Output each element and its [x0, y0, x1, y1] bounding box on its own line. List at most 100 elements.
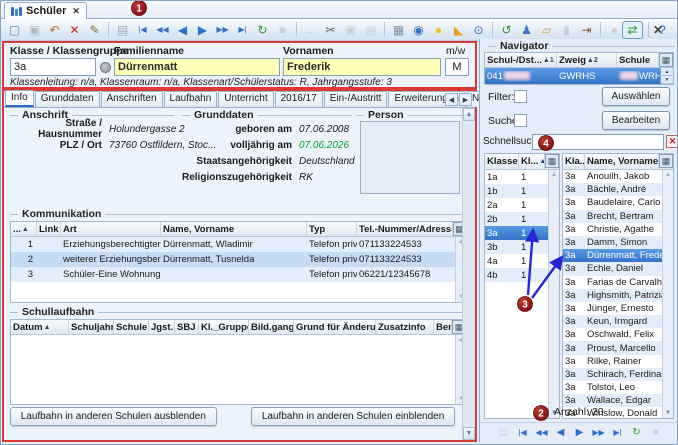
dock-window-icon[interactable]: ⇄: [622, 21, 643, 39]
column-header-art[interactable]: Art: [61, 222, 161, 236]
schueler-row[interactable]: 3aBrecht, Bertram: [563, 210, 662, 223]
folder-export-icon[interactable]: ▱: [537, 21, 556, 39]
klasse-info-button[interactable]: [100, 62, 111, 73]
suche-checkbox[interactable]: [514, 114, 527, 127]
content-scrollbar[interactable]: ▲ ▼: [462, 108, 475, 440]
column-options-icon[interactable]: ▦: [659, 53, 673, 67]
schueler-row[interactable]: 3aFarias de Carvalho...: [563, 276, 662, 289]
schueler-row[interactable]: 3aOschwald, Felix: [563, 328, 662, 341]
bearbeiten-button[interactable]: Bearbeiten: [602, 111, 670, 130]
schueler-row[interactable]: 3aChristie, Agathe: [563, 223, 662, 236]
first-record-icon[interactable]: |◀: [514, 425, 531, 441]
last-record-icon[interactable]: ▶|: [233, 21, 252, 39]
column-options-icon[interactable]: ▦: [659, 154, 673, 168]
column-header-link[interactable]: Link: [37, 222, 61, 236]
scroll-up-icon[interactable]: ▲: [663, 170, 673, 180]
previous-record-icon[interactable]: ◀: [552, 425, 569, 441]
column-header-schule[interactable]: Schule: [114, 320, 149, 334]
column-header-bemerkung[interactable]: Bemerkung: [434, 320, 452, 334]
tab-grunddaten[interactable]: Grunddaten: [35, 91, 100, 107]
schueler-row[interactable]: 3aRilke, Rainer: [563, 355, 662, 368]
scroll-up-icon[interactable]: ▲: [463, 108, 475, 121]
klasse-field[interactable]: 3a: [10, 58, 96, 76]
familienname-field[interactable]: Dürrenmatt: [114, 58, 280, 76]
tabs-scroll-left-icon[interactable]: ◀: [445, 93, 458, 106]
scroll-down-icon[interactable]: ▼: [663, 408, 673, 418]
next-record-icon[interactable]: ▶: [571, 425, 588, 441]
user-icon[interactable]: ♟: [517, 21, 536, 39]
schueler-scrollbar[interactable]: ▲ ▼: [662, 170, 673, 418]
schueler-row[interactable]: 3aEchle, Daniel: [563, 262, 662, 275]
column-header-kla[interactable]: Kla...: [563, 154, 585, 169]
cut-icon[interactable]: ✂: [321, 21, 340, 39]
schueler-row[interactable]: 3aKeun, Irmgard: [563, 315, 662, 328]
schueler-row[interactable]: 3aHighsmith, Patrizia: [563, 289, 662, 302]
window-icon[interactable]: ▤: [113, 21, 132, 39]
first-record-icon[interactable]: |◀: [133, 21, 152, 39]
fast-forward-icon[interactable]: ▶▶: [213, 21, 232, 39]
sync-icon[interactable]: ↺: [497, 21, 516, 39]
lightbulb-icon[interactable]: ●: [429, 21, 448, 39]
kommunikation-row[interactable]: 3Schüler-Eine WohnungTelefon privat06221…: [11, 267, 455, 282]
refresh-icon[interactable]: ↻: [253, 21, 272, 39]
schnellsuche-input[interactable]: [532, 134, 664, 150]
schueler-row[interactable]: 3aDamm, Simon: [563, 236, 662, 249]
tab-info[interactable]: Info: [5, 90, 34, 107]
column-header-zusatzinfo[interactable]: Zusatzinfo: [376, 320, 434, 334]
tabs-scroll-right-icon[interactable]: ▶: [459, 93, 472, 106]
scroll-up-icon[interactable]: ▲: [549, 170, 559, 180]
preview-icon[interactable]: ◉: [409, 21, 428, 39]
fast-forward-icon[interactable]: ▶▶: [590, 425, 607, 441]
last-record-icon[interactable]: ▶|: [609, 425, 626, 441]
schueler-row[interactable]: 3aAnouilh, Jakob: [563, 170, 662, 183]
clear-search-icon[interactable]: ✕: [666, 135, 678, 148]
vornamen-field[interactable]: Frederik: [283, 58, 441, 76]
kommunikation-row[interactable]: 2weiterer Erziehungsberec...Dürrenmatt, …: [11, 252, 455, 267]
tab-anschriften[interactable]: Anschriften: [101, 91, 163, 107]
column-header-name-vorname[interactable]: Name, Vorname: [161, 222, 307, 236]
column-header-grund-für-änderu[interactable]: Grund für Änderu...: [294, 320, 376, 334]
filter-checkbox[interactable]: [514, 90, 527, 103]
column-header-typ[interactable]: Typ: [307, 222, 357, 236]
tab-ein-austritt[interactable]: Ein-/Austritt: [324, 91, 388, 107]
column-header-schul-dst[interactable]: Schul-/Dst...▲1: [485, 53, 557, 67]
tab-close-icon[interactable]: ✕: [72, 6, 80, 17]
print-icon[interactable]: ▦: [389, 21, 408, 39]
scroll-down-icon[interactable]: ▼: [463, 427, 475, 440]
auswaehlen-button[interactable]: Auswählen: [602, 87, 670, 106]
user-exit-icon[interactable]: ⇥: [577, 21, 596, 39]
klassen-scrollbar[interactable]: ▲ ▼: [548, 170, 559, 418]
klasse-row[interactable]: 4a1: [485, 254, 548, 268]
column-header-datum[interactable]: Datum▲: [11, 320, 69, 334]
column-header-[interactable]: ...▲: [11, 222, 37, 236]
record-spinner[interactable]: ▲▼: [660, 68, 673, 84]
klasse-row[interactable]: 1b1: [485, 184, 548, 198]
new-record-icon[interactable]: ▢: [5, 21, 24, 39]
laufbahn-einblenden-button[interactable]: Laufbahn in anderen Schulen einblenden: [251, 407, 455, 426]
fast-back-icon[interactable]: ◀◀: [153, 21, 172, 39]
column-header-sbj[interactable]: SBJ: [175, 320, 199, 334]
schueler-row[interactable]: 3aBaudelaire, Carlo: [563, 196, 662, 209]
schueler-row[interactable]: 3aBächle, André: [563, 183, 662, 196]
refresh-icon[interactable]: ↻: [628, 425, 645, 441]
clock-icon[interactable]: ⊙: [469, 21, 488, 39]
next-record-icon[interactable]: ▶: [193, 21, 212, 39]
edit-icon[interactable]: ✎: [85, 21, 104, 39]
column-header-schuljahr[interactable]: Schuljahr: [69, 320, 114, 334]
mw-field[interactable]: M: [445, 58, 469, 76]
klasse-row[interactable]: 3a1: [485, 226, 548, 240]
schueler-row[interactable]: 3aProust, Marcello: [563, 341, 662, 354]
klasse-row[interactable]: 1a1: [485, 170, 548, 184]
megaphone-icon[interactable]: ◣: [449, 21, 468, 39]
column-options-icon[interactable]: ▦: [545, 154, 559, 168]
column-header-kl[interactable]: Kl...▲2: [519, 154, 545, 169]
previous-record-icon[interactable]: ◀: [173, 21, 192, 39]
laufbahn-ausblenden-button[interactable]: Laufbahn in anderen Schulen ausblenden: [10, 407, 217, 426]
column-header-name-vorname[interactable]: Name, Vorname...▲: [585, 154, 659, 169]
column-header-zweig[interactable]: Zweig▲2: [557, 53, 617, 67]
column-header-kl-gruppe[interactable]: Kl._Gruppe: [199, 320, 249, 334]
column-header-schule[interactable]: Schule: [617, 53, 659, 67]
navigator-selected-row[interactable]: 041 GWRHS WRHS ▲▼: [485, 68, 673, 84]
column-header-bild-gang[interactable]: Bild.gang: [249, 320, 294, 334]
undo-icon[interactable]: ↶: [45, 21, 64, 39]
